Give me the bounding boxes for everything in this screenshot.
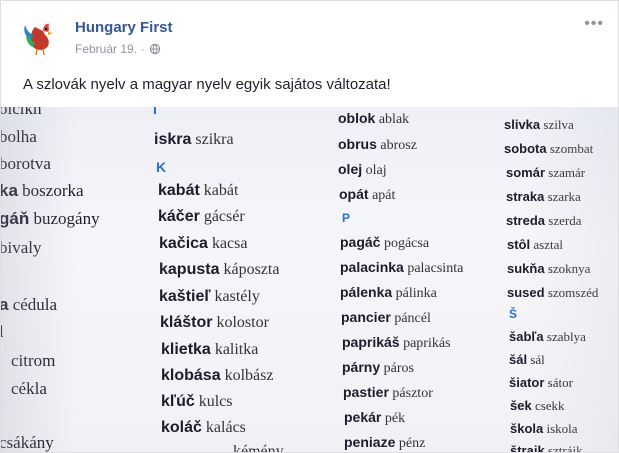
dictionary-entry: cékla xyxy=(11,379,47,398)
dictionary-entry: bivaly xyxy=(1,238,42,257)
dictionary-entry: bolha xyxy=(1,127,37,146)
dictionary-entry: slivka szilva xyxy=(504,117,574,132)
dictionary-entry: ka boszorka xyxy=(1,181,84,200)
post-meta: Február 19. · xyxy=(75,42,161,56)
dictionary-entry: csákány xyxy=(1,433,54,452)
post-text: A szlovák nyelv a magyar nyelv egyik saj… xyxy=(23,76,391,93)
dictionary-entry: koláč kalács xyxy=(161,419,246,436)
dictionary-entry: olcikh xyxy=(1,107,42,118)
dictionary-entry: kľúč kulcs xyxy=(161,393,233,410)
dictionary-entry: kaštieľ kastély xyxy=(159,288,260,305)
dictionary-entry: kapusta káposzta xyxy=(159,261,280,278)
dictionary-entry: párny páros xyxy=(342,359,414,376)
dictionary-entry: pekár pék xyxy=(344,409,406,426)
dictionary-entry: klietka kalitka xyxy=(161,341,259,358)
dictionary-entry: klobása kolbász xyxy=(161,367,274,384)
dictionary-entry: šiator sátor xyxy=(509,375,573,390)
dictionary-entry: straka szarka xyxy=(506,189,581,204)
dictionary-entry: olej olaj xyxy=(338,161,387,178)
page-name-link[interactable]: Hungary First xyxy=(75,19,173,36)
dictionary-entry: štrajk sztrájk xyxy=(510,443,583,453)
dictionary-entry: pagáč pogácsa xyxy=(340,234,430,251)
post-card: Hungary First Február 19. · ••• A szlová… xyxy=(0,0,619,453)
page-avatar[interactable] xyxy=(21,17,61,57)
dictionary-entry: iskra szikra xyxy=(154,131,234,148)
dictionary-entry: kláštor kolostor xyxy=(160,314,269,331)
rooster-logo-icon xyxy=(24,23,53,56)
dictionary-entry: pastier pásztor xyxy=(343,384,433,401)
dictionary-entry: stôl asztal xyxy=(507,237,563,252)
dictionary-entry: káčer gácsér xyxy=(158,208,245,225)
dictionary-entry: škola iskola xyxy=(510,421,578,436)
dictionary-entry: paprikáš paprikás xyxy=(342,334,451,351)
post-date[interactable]: Február 19. xyxy=(75,42,137,56)
dictionary-entry: šek csekk xyxy=(510,398,565,413)
globe-icon[interactable] xyxy=(149,43,161,55)
dictionary-entry: opát apát xyxy=(339,186,396,203)
dictionary-entry: peniaze pénz xyxy=(344,434,426,451)
dictionary-entry: citrom xyxy=(11,351,56,370)
dictionary-entry: oblok ablak xyxy=(338,110,410,127)
dictionary-entry: sukňa szoknya xyxy=(507,261,591,276)
dictionary-entry: gáň buzogány xyxy=(1,209,100,228)
dictionary-entry: pancier páncél xyxy=(341,309,431,326)
dictionary-entry: a cédula xyxy=(1,295,58,314)
dictionary-entry: streda szerda xyxy=(506,213,582,228)
post-photo[interactable]: olcikh bolha borotva ka boszorka gáň buz… xyxy=(1,107,618,453)
section-letter: Š xyxy=(509,307,518,321)
dictionary-entry: pálenka pálinka xyxy=(340,284,437,301)
dictionary-entry: kačica kacsa xyxy=(159,235,248,252)
dictionary-entry: sused szomszéd xyxy=(507,285,599,300)
dictionary-entry: borotva xyxy=(1,154,51,173)
ellipsis-icon[interactable]: ••• xyxy=(584,15,604,33)
post-header: Hungary First Február 19. · ••• xyxy=(13,11,606,61)
dictionary-entry: obrus abrosz xyxy=(338,136,417,153)
dictionary-entry: kémény xyxy=(233,443,284,453)
section-letter: P xyxy=(342,211,351,225)
dictionary-entry: šál sál xyxy=(509,352,545,367)
dictionary-entry: sobota szombat xyxy=(504,141,594,156)
dictionary-entry: somár szamár xyxy=(506,165,586,180)
dictionary-entry: kabát kabát xyxy=(158,182,239,199)
dictionary-entry: šabľa szablya xyxy=(509,329,586,344)
section-letter: K xyxy=(156,159,167,175)
dictionary-entry: l xyxy=(1,322,4,342)
dictionary-entry: palacinka palacsinta xyxy=(340,259,464,276)
